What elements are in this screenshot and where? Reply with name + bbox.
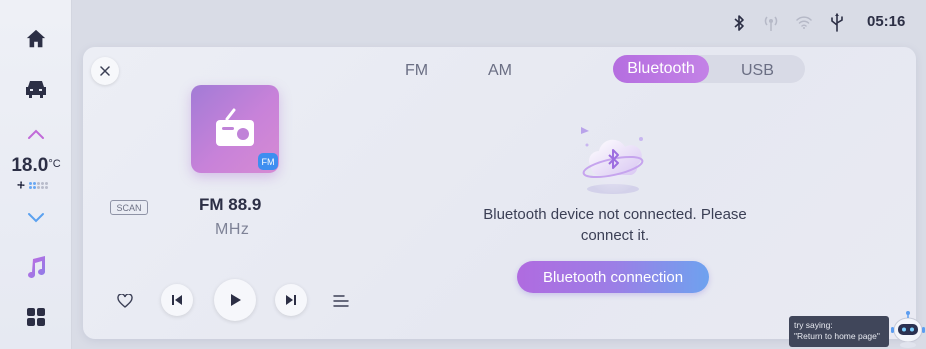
left-rail: 18.0°C [0,0,72,349]
radio-icon [216,108,254,146]
bluetooth-status-message: Bluetooth device not connected. Please c… [483,206,747,244]
chevron-down-icon [28,213,44,223]
playlist-button[interactable] [331,291,351,311]
play-button[interactable] [214,279,256,321]
tab-bluetooth[interactable]: Bluetooth [613,55,709,83]
favorite-button[interactable] [115,291,135,311]
tab-am[interactable]: AM [488,62,512,80]
scan-button[interactable]: SCAN [110,200,148,215]
frequency-label: FM 88.9 [199,195,262,214]
fm-badge: FM [258,153,278,170]
list-icon [333,295,349,307]
temperature-unit: °C [48,158,61,170]
home-button[interactable] [0,26,72,52]
bluetooth-illustration [581,127,644,194]
heart-icon [117,294,133,308]
next-button[interactable] [275,284,307,316]
fan-indicator [16,180,48,190]
voice-hint-line1: try saying: [794,320,833,330]
bluetooth-icon [734,15,744,31]
temp-up-button[interactable] [0,124,72,144]
chevron-up-icon [28,129,44,139]
music-button[interactable] [0,254,72,280]
signal-icon [764,16,778,31]
close-button[interactable] [91,57,119,85]
bluetooth-connection-button[interactable]: Bluetooth connection [517,261,709,293]
car-icon [26,81,46,98]
apps-button[interactable] [0,304,72,330]
temp-down-button[interactable] [0,208,72,228]
apps-icon [27,308,45,326]
close-icon [100,66,110,76]
fan-icon [17,181,25,189]
media-card: FM SCAN FM 88.9 MHz FM AM Bluetooth USB [83,47,916,339]
status-clock: 05:16 [867,13,906,30]
play-icon [231,294,241,306]
music-icon [28,256,45,278]
fan-level-dots [29,181,48,189]
vehicle-button[interactable] [0,76,72,102]
voice-hint-line2: "Return to home page" [794,331,880,341]
skip-previous-icon [172,295,182,305]
tab-fm[interactable]: FM [405,62,428,80]
home-icon [26,29,46,48]
tab-usb[interactable]: USB [741,62,774,80]
temperature-value: 18.0 [11,155,49,176]
frequency-unit: MHz [215,221,250,238]
usb-icon [831,13,843,32]
voice-assistant-robot-icon[interactable] [889,308,926,349]
temperature-display: 18.0°C [0,155,72,177]
previous-button[interactable] [161,284,193,316]
wifi-icon [796,16,812,29]
voice-hint-tooltip: try saying: "Return to home page" [789,316,889,347]
skip-next-icon [286,295,296,305]
